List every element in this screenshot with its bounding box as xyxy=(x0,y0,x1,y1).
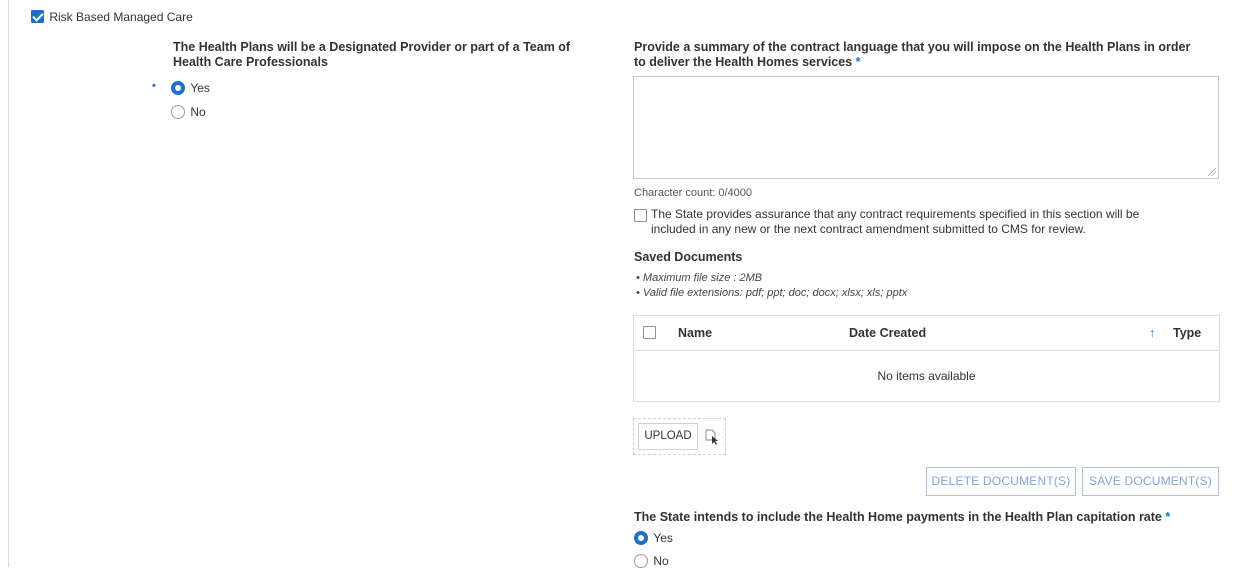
designated-provider-question-line1: The Health Plans will be a Designated Pr… xyxy=(173,40,571,54)
delete-documents-button[interactable]: DELETE DOCUMENT(S) xyxy=(926,467,1076,496)
contract-summary-textarea[interactable] xyxy=(633,76,1219,179)
assurance-checkbox[interactable] xyxy=(634,209,647,222)
risk-based-managed-care-label: Risk Based Managed Care xyxy=(49,9,193,24)
contract-summary-question-line2: to deliver the Health Homes services xyxy=(634,55,853,69)
upload-button[interactable]: UPLOAD xyxy=(638,423,698,450)
save-documents-button[interactable]: SAVE DOCUMENT(S) xyxy=(1082,467,1219,496)
file-requirements-list: • Maximum file size : 2MB • Valid file e… xyxy=(636,271,907,301)
radio-no[interactable] xyxy=(171,104,185,119)
column-name[interactable]: Name xyxy=(678,326,712,340)
character-count: Character count: 0/4000 xyxy=(634,187,753,199)
required-marker: * xyxy=(855,55,861,69)
assurance-text: The State provides assurance that any co… xyxy=(651,207,1231,237)
capitation-yes-label: Yes xyxy=(653,530,673,545)
radio-no-label: No xyxy=(190,104,206,119)
radio-yes[interactable] xyxy=(171,80,185,95)
empty-grid-message: No items available xyxy=(877,369,976,383)
capitation-yes-option[interactable]: Yes xyxy=(634,530,673,546)
assurance-text-line2: included in any new or the next contract… xyxy=(651,222,1086,236)
designated-provider-no-option[interactable]: No xyxy=(171,104,206,120)
saved-documents-grid: Name Date Created ↑ Type No items availa… xyxy=(633,315,1220,402)
contract-summary-question: Provide a summary of the contract langua… xyxy=(634,40,1234,70)
file-requirement-item: • Valid file extensions: pdf; ppt; doc; … xyxy=(636,287,908,299)
capitation-question-label: The State intends to include the Health … xyxy=(634,510,1162,524)
designated-provider-question: The Health Plans will be a Designated Pr… xyxy=(173,40,613,70)
contract-summary-question-line1: Provide a summary of the contract langua… xyxy=(634,40,1191,54)
select-all-checkbox[interactable] xyxy=(643,326,656,339)
file-requirement-item: • Maximum file size : 2MB xyxy=(636,272,763,284)
drag-file-icon xyxy=(705,429,718,445)
saved-documents-title: Saved Documents xyxy=(634,250,743,264)
column-date-created[interactable]: Date Created xyxy=(849,326,926,340)
left-border-rule xyxy=(8,0,9,567)
risk-based-managed-care-checkbox[interactable] xyxy=(31,10,44,24)
risk-based-managed-care-row[interactable]: Risk Based Managed Care xyxy=(31,9,193,25)
capitation-question: The State intends to include the Health … xyxy=(634,510,1170,525)
radio-yes-label: Yes xyxy=(190,80,210,95)
capitation-no-label: No xyxy=(653,553,669,568)
capitation-radio-no[interactable] xyxy=(634,553,648,568)
column-type[interactable]: Type xyxy=(1173,326,1201,340)
sort-arrow-icon[interactable]: ↑ xyxy=(1149,326,1155,340)
designated-provider-question-line2: Health Care Professionals xyxy=(173,55,328,69)
resize-handle-icon[interactable] xyxy=(1208,168,1216,176)
required-marker: • xyxy=(152,80,156,92)
required-marker: * xyxy=(1165,510,1171,524)
grid-header: Name Date Created ↑ Type xyxy=(634,316,1219,351)
designated-provider-yes-option[interactable]: Yes xyxy=(171,80,210,96)
upload-dropzone[interactable]: UPLOAD xyxy=(633,418,726,455)
capitation-radio-yes[interactable] xyxy=(634,530,648,545)
assurance-text-line1: The State provides assurance that any co… xyxy=(651,207,1140,221)
